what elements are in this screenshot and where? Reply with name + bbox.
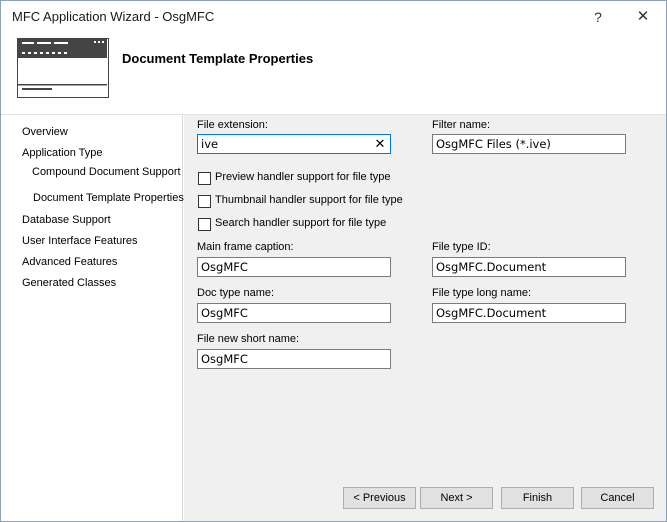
search-handler-checkbox[interactable]: Search handler support for file type xyxy=(198,217,418,233)
previous-button[interactable]: < Previous xyxy=(343,487,416,509)
file-new-short-name-label: File new short name: xyxy=(197,333,300,345)
thumbnail-handler-checkbox[interactable]: Thumbnail handler support for file type xyxy=(198,194,418,210)
close-icon[interactable]: ✕ xyxy=(628,5,658,29)
file-type-long-name-label: File type long name: xyxy=(432,287,532,299)
checkbox-box[interactable] xyxy=(198,195,211,208)
nav-item-database-support[interactable]: Database Support xyxy=(22,214,111,226)
nav-item-compound-document-support[interactable]: Compound Document Support xyxy=(32,166,181,178)
file-type-long-name-value: OsgMFC.Document xyxy=(436,306,547,320)
nav-item-user-interface-features[interactable]: User Interface Features xyxy=(22,235,138,247)
file-type-long-name-input[interactable]: OsgMFC.Document xyxy=(432,303,626,323)
file-new-short-name-value: OsgMFC xyxy=(201,352,248,366)
nav-item-overview[interactable]: Overview xyxy=(22,126,68,138)
wizard-header: Document Template Properties xyxy=(1,32,666,102)
file-type-id-input[interactable]: OsgMFC.Document xyxy=(432,257,626,277)
file-extension-label: File extension: xyxy=(197,119,268,131)
main-frame-caption-input[interactable]: OsgMFC xyxy=(197,257,391,277)
clear-icon[interactable]: ✕ xyxy=(372,136,388,152)
finish-button[interactable]: Finish xyxy=(501,487,574,509)
doc-type-name-label: Doc type name: xyxy=(197,287,275,299)
file-type-id-label: File type ID: xyxy=(432,241,491,253)
file-new-short-name-input[interactable]: OsgMFC xyxy=(197,349,391,369)
file-extension-value: ive xyxy=(201,137,219,151)
title-bar: MFC Application Wizard - OsgMFC ? ✕ xyxy=(1,1,666,32)
checkbox-label: Thumbnail handler support for file type xyxy=(215,194,403,206)
wizard-content: File extension: ive ✕ Filter name: OsgMF… xyxy=(184,115,666,521)
main-frame-caption-value: OsgMFC xyxy=(201,260,248,274)
wizard-window: MFC Application Wizard - OsgMFC ? ✕ Docu… xyxy=(0,0,667,522)
nav-item-document-template-properties[interactable]: Document Template Properties xyxy=(33,192,184,204)
doc-type-name-input[interactable]: OsgMFC xyxy=(197,303,391,323)
main-frame-caption-label: Main frame caption: xyxy=(197,241,294,253)
checkbox-box[interactable] xyxy=(198,218,211,231)
nav-item-advanced-features[interactable]: Advanced Features xyxy=(22,256,117,268)
nav-item-application-type[interactable]: Application Type xyxy=(22,147,103,159)
nav-item-generated-classes[interactable]: Generated Classes xyxy=(22,277,116,289)
doc-type-name-value: OsgMFC xyxy=(201,306,248,320)
cancel-button[interactable]: Cancel xyxy=(581,487,654,509)
checkbox-label: Search handler support for file type xyxy=(215,217,387,229)
file-extension-input[interactable]: ive xyxy=(197,134,391,154)
page-title: Document Template Properties xyxy=(122,51,314,66)
preview-handler-checkbox[interactable]: Preview handler support for file type xyxy=(198,171,418,187)
filter-name-value: OsgMFC Files (*.ive) xyxy=(436,137,551,151)
help-icon[interactable]: ? xyxy=(583,5,613,29)
wizard-nav: Overview Application Type Compound Docum… xyxy=(1,115,184,521)
next-button[interactable]: Next > xyxy=(420,487,493,509)
checkbox-label: Preview handler support for file type xyxy=(215,171,391,183)
filter-name-input[interactable]: OsgMFC Files (*.ive) xyxy=(432,134,626,154)
wizard-banner-icon xyxy=(17,38,109,98)
window-title: MFC Application Wizard - OsgMFC xyxy=(12,9,215,24)
filter-name-label: Filter name: xyxy=(432,119,491,131)
file-type-id-value: OsgMFC.Document xyxy=(436,260,547,274)
checkbox-box[interactable] xyxy=(198,172,211,185)
